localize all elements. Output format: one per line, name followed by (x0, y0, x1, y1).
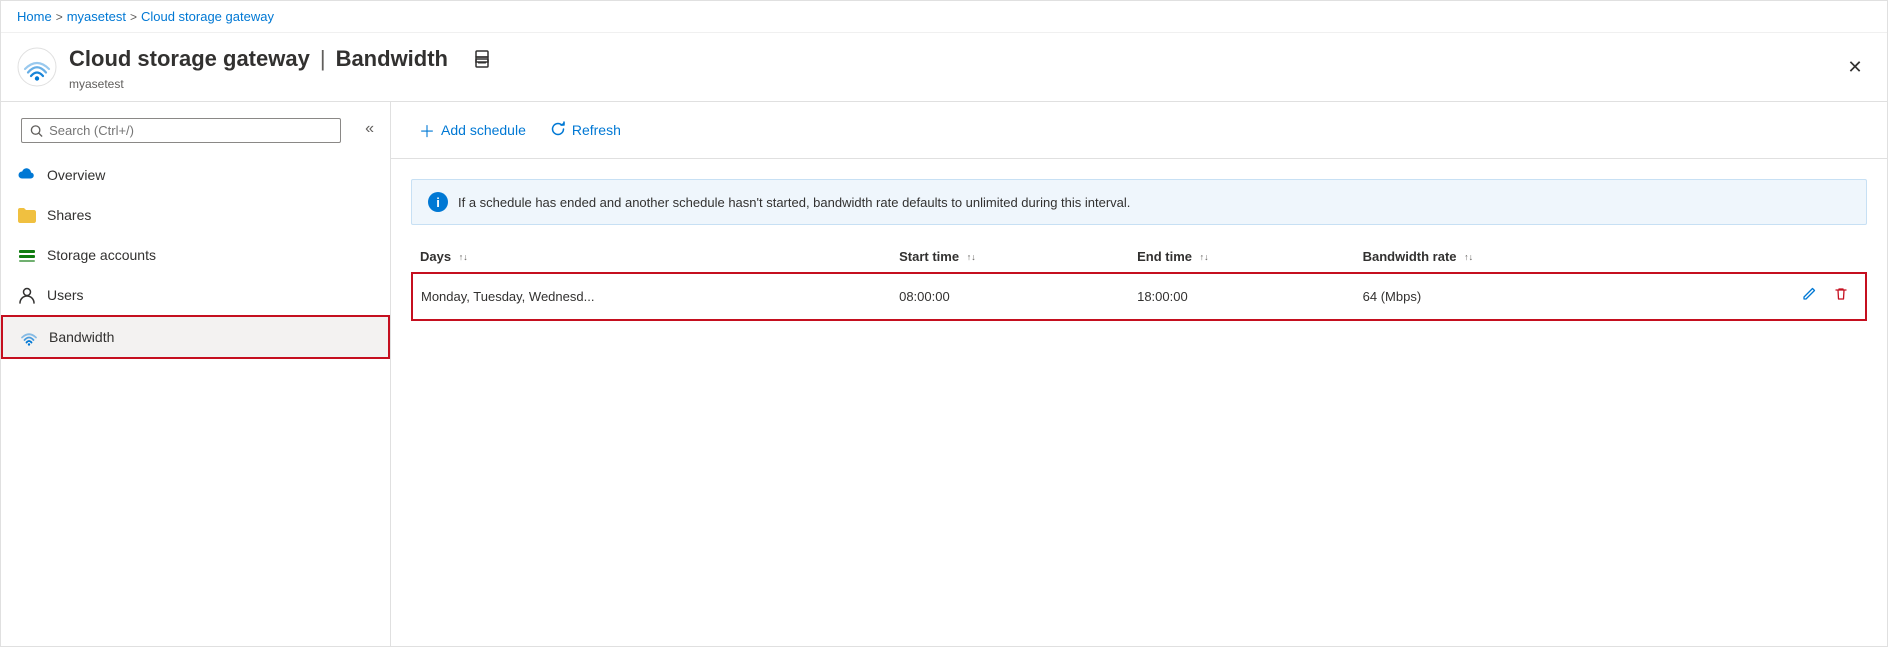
header-subtitle: myasetest (69, 77, 1839, 91)
app-container: Home > myasetest > Cloud storage gateway… (0, 0, 1888, 647)
title-separator: | (320, 46, 326, 72)
row-start-time: 08:00:00 (891, 273, 1129, 320)
sidebar-item-storage-accounts-label: Storage accounts (47, 247, 156, 263)
sidebar-item-storage-accounts[interactable]: Storage accounts (1, 235, 390, 275)
sidebar-item-shares-label: Shares (47, 207, 91, 223)
add-schedule-label: Add schedule (441, 122, 526, 138)
info-text: If a schedule has ended and another sche… (458, 195, 1130, 210)
col-end-time: End time ↑↓ (1129, 241, 1355, 273)
collapse-button[interactable]: « (357, 116, 382, 142)
sidebar-item-bandwidth[interactable]: Bandwidth (1, 315, 390, 359)
row-days: Monday, Tuesday, Wednesd... (412, 273, 891, 320)
sort-end-time-icon[interactable]: ↑↓ (1200, 253, 1209, 262)
header-actions: ✕ (1839, 51, 1871, 83)
person-icon (17, 285, 37, 305)
sort-start-time-icon[interactable]: ↑↓ (967, 253, 976, 262)
title-section: Bandwidth (336, 46, 448, 72)
table-header-row: Days ↑↓ Start time ↑↓ End time ↑↓ (412, 241, 1866, 273)
table-container: Days ↑↓ Start time ↑↓ End time ↑↓ (391, 241, 1887, 646)
breadcrumb-cloud-storage-gateway[interactable]: Cloud storage gateway (141, 9, 274, 24)
breadcrumb-myasetest[interactable]: myasetest (67, 9, 126, 24)
print-button[interactable] (466, 43, 498, 75)
plus-icon: ＋ (419, 118, 435, 142)
wifi-icon (19, 327, 39, 347)
row-actions (1684, 284, 1853, 309)
refresh-icon (550, 121, 566, 140)
search-input[interactable] (49, 123, 332, 138)
info-banner: i If a schedule has ended and another sc… (411, 179, 1867, 225)
add-schedule-button[interactable]: ＋ Add schedule (411, 114, 534, 146)
sidebar-item-bandwidth-label: Bandwidth (49, 329, 114, 345)
delete-button[interactable] (1829, 284, 1853, 309)
page-title: Cloud storage gateway | Bandwidth (69, 43, 1839, 75)
cloud-icon (17, 165, 37, 185)
sidebar-item-users[interactable]: Users (1, 275, 390, 315)
refresh-button[interactable]: Refresh (542, 117, 629, 144)
edit-button[interactable] (1797, 284, 1821, 309)
refresh-label: Refresh (572, 122, 621, 138)
row-action-cell (1676, 273, 1866, 320)
toolbar: ＋ Add schedule Refresh (391, 102, 1887, 159)
table-row: Monday, Tuesday, Wednesd... 08:00:00 18:… (412, 273, 1866, 320)
search-bar[interactable] (21, 118, 341, 143)
bandwidth-table: Days ↑↓ Start time ↑↓ End time ↑↓ (411, 241, 1867, 321)
sidebar: « Overview Shares (1, 102, 391, 646)
col-bandwidth-rate: Bandwidth rate ↑↓ (1355, 241, 1677, 273)
breadcrumb-sep-1: > (56, 10, 63, 24)
storage-icon (17, 245, 37, 265)
search-icon (30, 124, 43, 138)
row-end-time: 18:00:00 (1129, 273, 1355, 320)
page-header: Cloud storage gateway | Bandwidth myaset… (1, 33, 1887, 102)
sort-bandwidth-icon[interactable]: ↑↓ (1464, 253, 1473, 262)
header-icon (17, 47, 57, 87)
breadcrumb-sep-2: > (130, 10, 137, 24)
col-start-time: Start time ↑↓ (891, 241, 1129, 273)
main-content: ＋ Add schedule Refresh i If a schedul (391, 102, 1887, 646)
col-days: Days ↑↓ (412, 241, 891, 273)
breadcrumb: Home > myasetest > Cloud storage gateway (1, 1, 1887, 33)
col-actions (1676, 241, 1866, 273)
row-bandwidth-rate: 64 (Mbps) (1355, 273, 1677, 320)
title-main: Cloud storage gateway (69, 46, 310, 72)
sidebar-item-overview[interactable]: Overview (1, 155, 390, 195)
info-icon: i (428, 192, 448, 212)
folder-icon (17, 205, 37, 225)
sort-days-icon[interactable]: ↑↓ (459, 253, 468, 262)
body: « Overview Shares (1, 102, 1887, 646)
sidebar-item-shares[interactable]: Shares (1, 195, 390, 235)
sidebar-item-users-label: Users (47, 287, 84, 303)
sidebar-item-overview-label: Overview (47, 167, 105, 183)
close-button[interactable]: ✕ (1839, 51, 1871, 83)
search-row: « (1, 102, 390, 155)
header-title-group: Cloud storage gateway | Bandwidth myaset… (69, 43, 1839, 91)
breadcrumb-home[interactable]: Home (17, 9, 52, 24)
